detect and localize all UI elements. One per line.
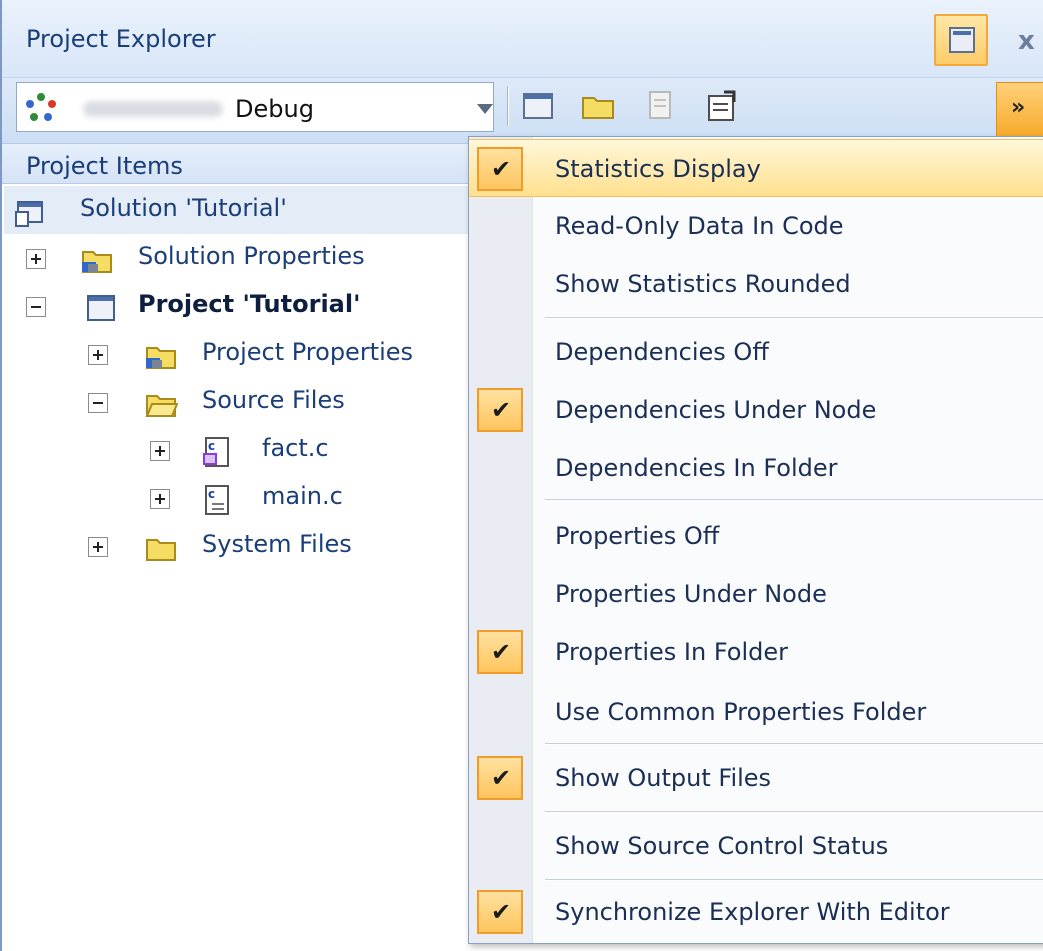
svg-text:c: c — [208, 487, 215, 501]
tree-item-source-files[interactable]: Source Files — [88, 382, 468, 426]
tree-item-label: Solution 'Tutorial' — [80, 194, 287, 222]
redacted-target — [83, 101, 223, 117]
menu-separator — [545, 317, 1043, 319]
window-title: Project Explorer — [26, 25, 216, 53]
view-options-menu: ✔ Statistics Display Read-Only Data In C… — [468, 136, 1043, 944]
new-window-icon[interactable] — [520, 88, 556, 124]
menu-item-statistics-display[interactable]: ✔ Statistics Display — [469, 139, 1043, 197]
c-file-icon: c — [205, 485, 229, 515]
expand-icon[interactable] — [88, 537, 108, 557]
menu-item-label: Read-Only Data In Code — [555, 212, 844, 240]
checkmark-icon: ✔ — [477, 388, 523, 432]
menu-item-synchronize-explorer-with-editor[interactable]: ✔ Synchronize Explorer With Editor — [469, 883, 1043, 941]
menu-item-label: Synchronize Explorer With Editor — [555, 898, 950, 926]
properties-folder-icon — [146, 347, 176, 369]
menu-item-label: Dependencies In Folder — [555, 454, 838, 482]
configuration-value: Debug — [235, 95, 314, 123]
menu-item-dependencies-under-node[interactable]: ✔ Dependencies Under Node — [469, 381, 1043, 439]
menu-item-label: Use Common Properties Folder — [555, 698, 927, 726]
close-icon[interactable]: x — [1018, 26, 1035, 56]
menu-item-label: Dependencies Off — [555, 338, 769, 366]
checkmark-icon: ✔ — [477, 890, 523, 934]
c-file-icon: c — [203, 437, 229, 467]
expand-icon[interactable] — [26, 249, 46, 269]
tree-item-label: Solution Properties — [138, 242, 365, 270]
menu-separator — [545, 879, 1043, 881]
menu-item-show-output-files[interactable]: ✔ Show Output Files — [469, 749, 1043, 807]
menu-item-properties-under-node[interactable]: Properties Under Node — [469, 565, 1043, 623]
tree-item-solution-properties[interactable]: Solution Properties — [26, 238, 466, 282]
window-icon — [949, 27, 975, 53]
collapse-icon[interactable] — [26, 297, 46, 317]
menu-item-label: Properties Under Node — [555, 580, 827, 608]
chevron-down-icon[interactable] — [477, 104, 493, 114]
menu-item-use-common-properties-folder[interactable]: Use Common Properties Folder — [469, 683, 1043, 741]
tree-item-label: main.c — [262, 482, 343, 510]
tree-item-solution[interactable]: Solution 'Tutorial' — [12, 190, 468, 234]
folder-icon[interactable] — [580, 88, 616, 124]
menu-item-properties-in-folder[interactable]: ✔ Properties In Folder — [469, 623, 1043, 681]
tree-item-project-properties[interactable]: Project Properties — [88, 334, 468, 378]
toolbar-overflow-button[interactable]: » — [996, 82, 1043, 142]
project-icon — [87, 295, 115, 321]
checkmark-icon: ✔ — [477, 147, 523, 191]
collapse-icon[interactable] — [88, 393, 108, 413]
configuration-dropdown[interactable]: Debug — [16, 82, 494, 132]
menu-item-label: Properties Off — [555, 522, 720, 550]
title-bar: Project Explorer x — [2, 0, 1043, 78]
toolbar: Debug » — [2, 78, 1043, 144]
svg-text:c: c — [208, 439, 215, 453]
menu-item-label: Dependencies Under Node — [555, 396, 877, 424]
menu-item-show-statistics-rounded[interactable]: Show Statistics Rounded — [469, 255, 1043, 313]
disabled-doc-icon[interactable] — [642, 88, 678, 124]
open-folder-icon — [145, 395, 178, 417]
menu-separator — [545, 499, 1043, 501]
menu-item-show-source-control-status[interactable]: Show Source Control Status — [469, 817, 1043, 875]
checkmark-icon: ✔ — [477, 756, 523, 800]
configuration-icon — [26, 93, 56, 121]
folder-icon — [146, 539, 176, 561]
menu-item-label: Show Statistics Rounded — [555, 270, 851, 298]
window-options-button[interactable] — [934, 14, 988, 66]
menu-item-dependencies-off[interactable]: Dependencies Off — [469, 323, 1043, 381]
menu-item-properties-off[interactable]: Properties Off — [469, 507, 1043, 565]
tree-item-label: System Files — [202, 530, 352, 558]
tree-item-main-c[interactable]: c main.c — [150, 478, 468, 522]
tree-item-label: Source Files — [202, 386, 345, 414]
expand-icon[interactable] — [88, 345, 108, 365]
expand-icon[interactable] — [150, 489, 170, 509]
menu-item-label: Show Source Control Status — [555, 832, 889, 860]
menu-item-read-only-data-in-code[interactable]: Read-Only Data In Code — [469, 197, 1043, 255]
overflow-chevron-icon: » — [1011, 95, 1026, 120]
properties-icon[interactable] — [704, 88, 740, 124]
tree-header-label: Project Items — [26, 152, 183, 180]
properties-folder-icon — [82, 251, 112, 273]
tree-item-label: fact.c — [262, 434, 329, 462]
menu-item-label: Statistics Display — [555, 155, 761, 183]
expand-icon[interactable] — [150, 441, 170, 461]
tree-header: Project Items — [2, 144, 472, 184]
menu-separator — [545, 811, 1043, 813]
toolbar-separator — [507, 86, 509, 126]
tree-item-fact-c[interactable]: c fact.c — [150, 430, 468, 474]
project-explorer-panel: Project Explorer x Debug » Project Items… — [0, 0, 1043, 951]
menu-item-label: Show Output Files — [555, 764, 772, 792]
menu-separator — [545, 743, 1043, 745]
tree-item-label: Project 'Tutorial' — [138, 290, 361, 318]
menu-item-dependencies-in-folder[interactable]: Dependencies In Folder — [469, 439, 1043, 497]
tree-item-system-files[interactable]: System Files — [88, 526, 468, 570]
tree-item-label: Project Properties — [202, 338, 414, 366]
checkmark-icon: ✔ — [477, 630, 523, 674]
tree-item-project[interactable]: Project 'Tutorial' — [26, 286, 466, 330]
solution-icon — [15, 201, 43, 227]
menu-item-label: Properties In Folder — [555, 638, 789, 666]
